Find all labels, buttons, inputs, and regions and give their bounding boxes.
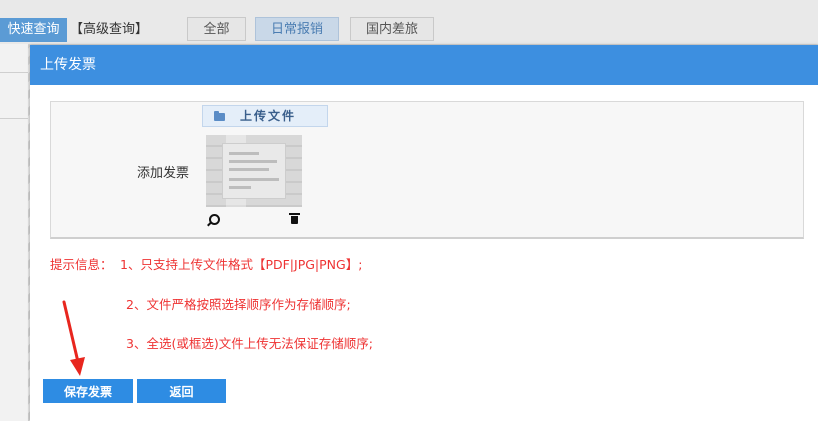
tab-daily-reimbursement[interactable]: 日常报销 <box>255 17 339 41</box>
tip-item-3: 3、全选(或框选)文件上传无法保证存储顺序; <box>126 336 373 351</box>
upload-invoice-dialog: 上传发票 添加发票 上传文件 提示信息： 1、只支持上传文件格式【PDF|JPG… <box>30 45 818 421</box>
dialog-title: 上传发票 <box>30 45 818 85</box>
tab-domestic-travel[interactable]: 国内差旅 <box>350 17 434 41</box>
tips-label: 提示信息： <box>50 257 113 272</box>
folder-icon <box>214 111 225 121</box>
thumbnail-actions <box>206 212 302 228</box>
add-invoice-label: 添加发票 <box>136 166 189 181</box>
background-toolbar: 快速查询 【高级查询】 全部 日常报销 国内差旅 <box>0 0 818 45</box>
tip-item-1: 1、只支持上传文件格式【PDF|JPG|PNG】; <box>120 257 363 272</box>
back-button[interactable]: 返回 <box>137 379 226 403</box>
quick-query-button[interactable]: 快速查询 <box>0 18 67 42</box>
invoice-thumbnail[interactable] <box>206 135 302 207</box>
upload-file-label: 上传文件 <box>240 109 297 123</box>
upload-file-button[interactable]: 上传文件 <box>202 105 328 127</box>
background-left-panel <box>0 44 28 421</box>
zoom-icon[interactable] <box>209 214 220 225</box>
tip-item-2: 2、文件严格按照选择顺序作为存储顺序; <box>126 297 351 312</box>
tab-all[interactable]: 全部 <box>187 17 246 41</box>
advanced-query-link[interactable]: 【高级查询】 <box>70 18 148 42</box>
invoice-preview-image <box>222 143 286 199</box>
save-invoice-button[interactable]: 保存发票 <box>43 379 133 403</box>
upload-form: 添加发票 上传文件 <box>50 101 804 239</box>
trash-icon[interactable] <box>289 213 300 224</box>
